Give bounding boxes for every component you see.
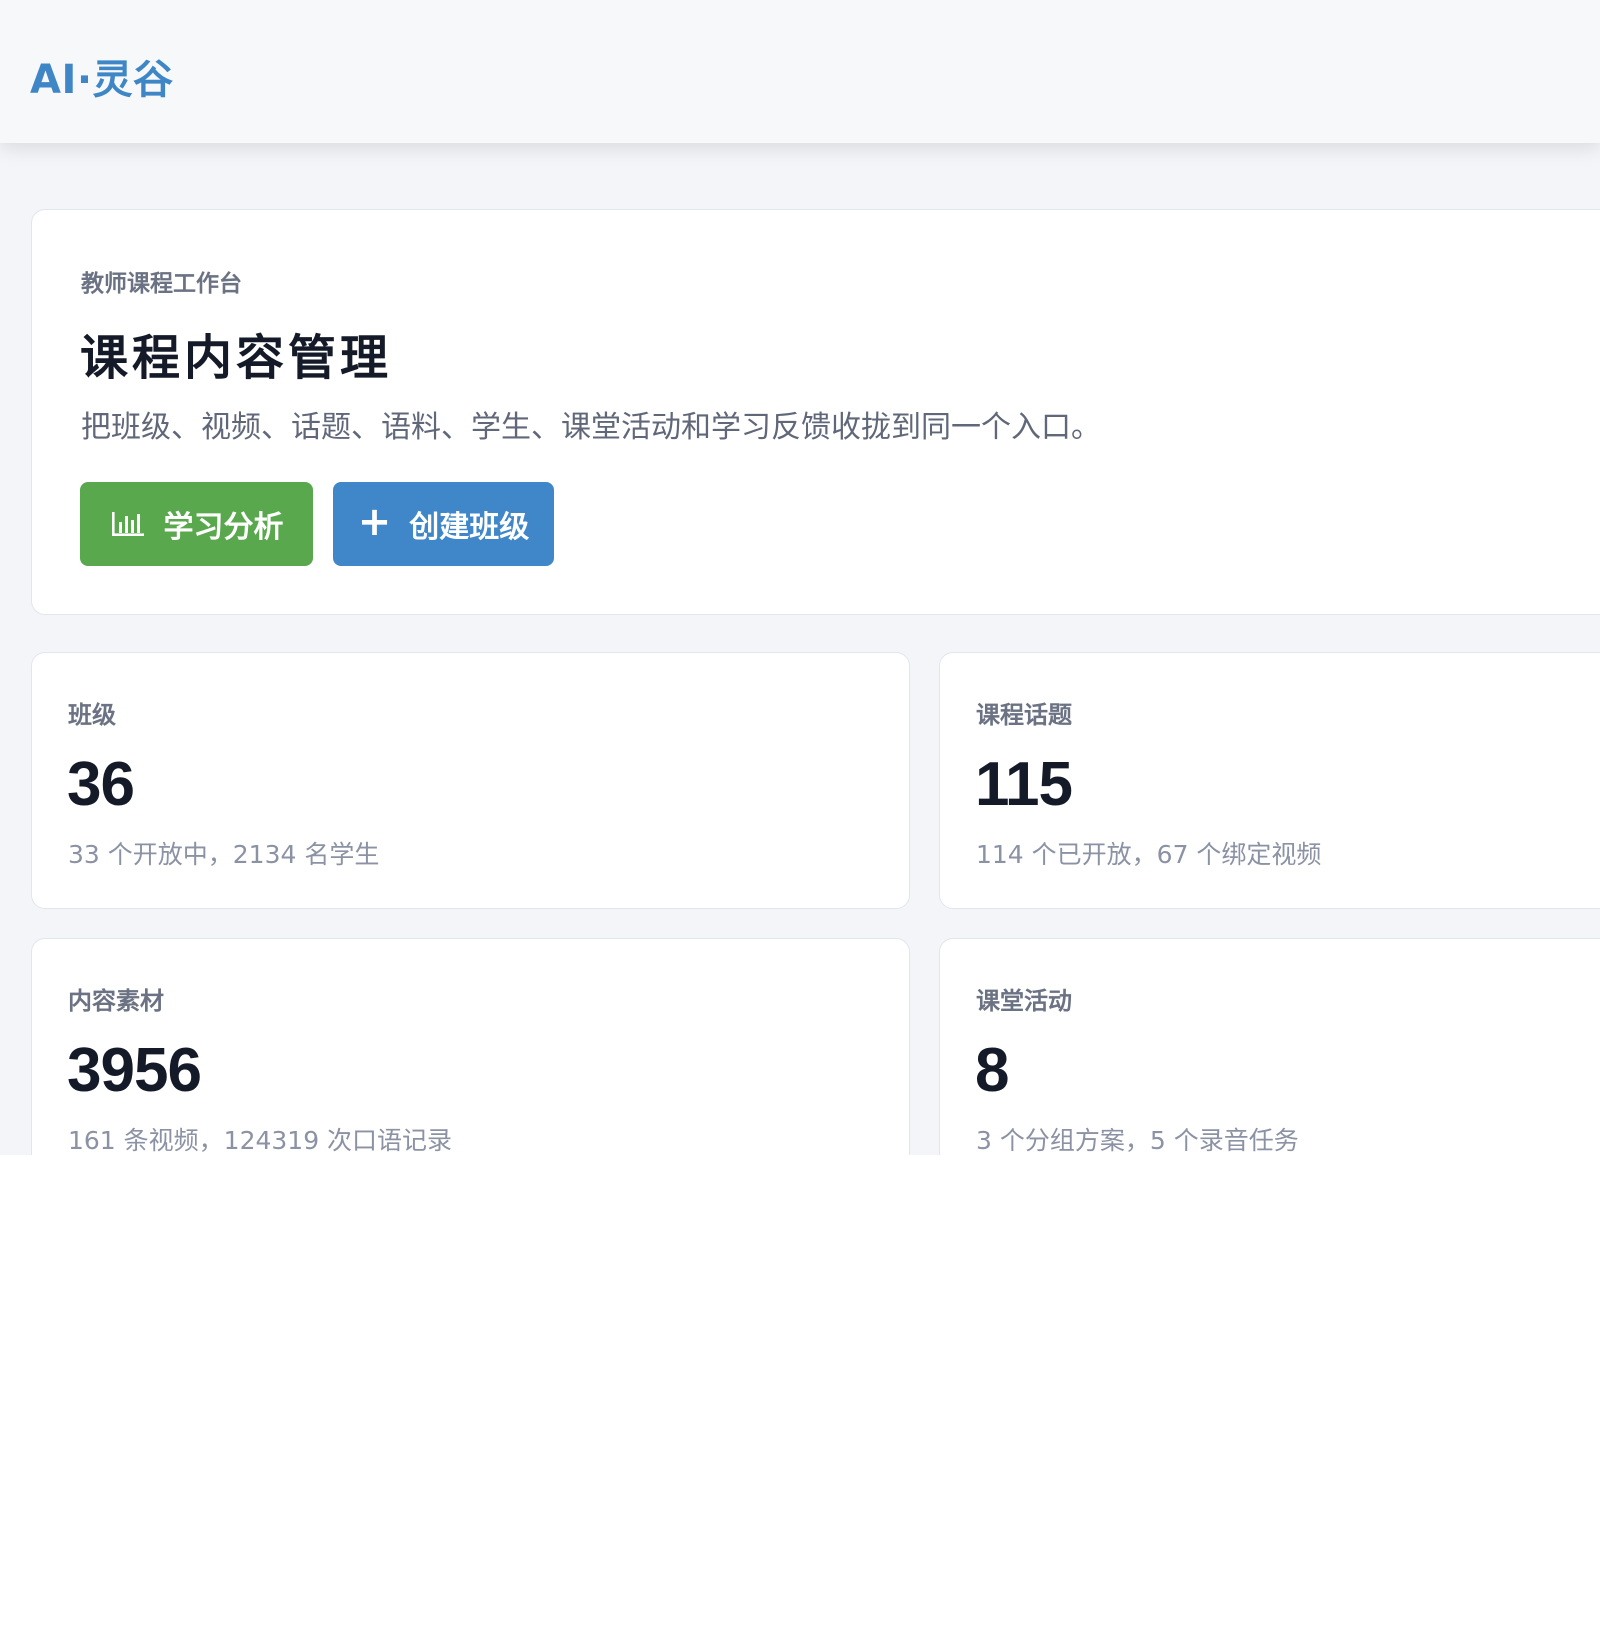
stat-subtext: 3 个分组方案，5 个录音任务 xyxy=(976,1126,1299,1155)
top-navigation-bar: AI·灵谷 xyxy=(0,0,1600,143)
app-viewport: AI·灵谷 教师课程工作台 课程内容管理 把班级、视频、话题、语料、学生、课堂活… xyxy=(0,0,1600,1155)
stat-label: 课堂活动 xyxy=(976,987,1072,1015)
create-class-button[interactable]: + 创建班级 xyxy=(333,482,554,566)
learning-analysis-label: 学习分析 xyxy=(163,510,284,545)
hero-panel: 教师课程工作台 课程内容管理 把班级、视频、话题、语料、学生、课堂活动和学习反馈… xyxy=(31,209,1600,615)
stat-card-materials: 内容素材 3956 161 条视频，124319 次口语记录 xyxy=(31,938,910,1155)
stat-label: 内容素材 xyxy=(68,987,164,1015)
brand-logo[interactable]: AI·灵谷 xyxy=(30,47,174,105)
stat-card-activities: 课堂活动 8 3 个分组方案，5 个录音任务 xyxy=(939,938,1600,1155)
stat-subtext: 161 条视频，124319 次口语记录 xyxy=(68,1126,453,1155)
stat-subtext: 33 个开放中，2134 名学生 xyxy=(68,840,380,869)
hero-kicker: 教师课程工作台 xyxy=(81,271,242,297)
stat-value: 8 xyxy=(975,1036,1009,1105)
hero-description: 把班级、视频、话题、语料、学生、课堂活动和学习反馈收拢到同一个入口。 xyxy=(81,410,1101,445)
stat-label: 班级 xyxy=(68,701,116,729)
stat-subtext: 114 个已开放，67 个绑定视频 xyxy=(976,840,1322,869)
stat-card-topics: 课程话题 115 114 个已开放，67 个绑定视频 xyxy=(939,652,1600,909)
stat-card-classes: 班级 36 33 个开放中，2134 名学生 xyxy=(31,652,910,909)
bar-chart-icon xyxy=(110,510,146,538)
plus-icon: + xyxy=(357,499,392,545)
learning-analysis-button[interactable]: 学习分析 xyxy=(80,482,313,566)
create-class-label: 创建班级 xyxy=(409,510,530,545)
page-title: 课程内容管理 xyxy=(80,330,393,386)
stat-value: 3956 xyxy=(67,1036,202,1105)
stat-label: 课程话题 xyxy=(976,701,1072,729)
stat-value: 115 xyxy=(975,750,1073,819)
stat-value: 36 xyxy=(67,750,135,819)
